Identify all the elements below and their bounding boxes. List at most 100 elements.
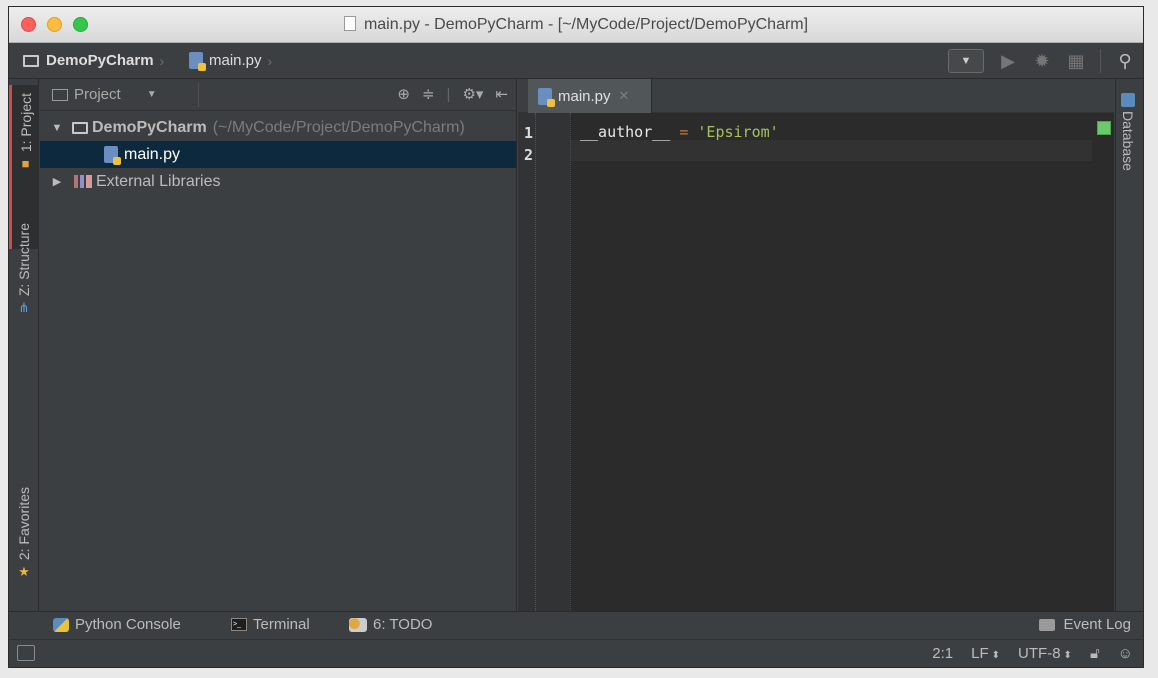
todo-icon xyxy=(349,617,367,632)
folder-icon xyxy=(72,121,88,134)
python-file-icon xyxy=(538,87,555,107)
coverage-icon[interactable]: ▦ xyxy=(1066,51,1086,72)
line-number-gutter: 1 2 xyxy=(518,113,570,611)
tree-root-path: (~/MyCode/Project/DemoPyCharm) xyxy=(212,118,465,136)
document-icon xyxy=(343,16,356,31)
line-separator-label: LF xyxy=(971,645,989,662)
window-title-area: main.py - DemoPyCharm - [~/MyCode/Projec… xyxy=(9,16,1143,34)
window-title: main.py - DemoPyCharm - [~/MyCode/Projec… xyxy=(363,16,809,33)
project-view-selector[interactable]: Project xyxy=(74,86,121,103)
run-configuration-dropdown[interactable]: ▼ xyxy=(948,49,984,73)
code-identifier: __author__ xyxy=(580,123,671,141)
status-bar: 2:1 LF ⬍ UTF-8 ⬍ 🔓︎ ☺︎ xyxy=(9,639,1143,667)
tool-tab-structure-label: Z: Structure xyxy=(16,223,32,297)
tool-tab-favorites-label: 2: Favorites xyxy=(16,487,32,561)
panel-actions: ⊕ ≑ | ⚙▾ ⇤ xyxy=(397,85,508,104)
folder-icon xyxy=(23,54,39,67)
breadcrumb-project-label: DemoPyCharm xyxy=(46,52,154,69)
todo-button[interactable]: 6: TODO xyxy=(349,616,432,633)
python-file-icon xyxy=(104,146,121,165)
scroll-from-source-icon[interactable]: ⊕ xyxy=(397,85,410,103)
tree-file-item[interactable]: main.py xyxy=(40,141,516,168)
structure-icon: ⋔ xyxy=(18,300,30,316)
close-icon[interactable]: ✕ xyxy=(619,88,630,104)
tree-root-item[interactable]: ▼ DemoPyCharm (~/MyCode/Project/DemoPyCh… xyxy=(40,114,516,141)
project-panel-header: Project ▼ ⊕ ≑ | ⚙▾ ⇤ xyxy=(40,79,516,111)
right-margin-guide xyxy=(570,113,571,611)
inspection-ok-icon[interactable] xyxy=(1097,121,1111,135)
lock-icon[interactable]: 🔓︎ xyxy=(1090,645,1100,662)
panel-header-divider xyxy=(198,83,199,107)
actions-divider: | xyxy=(446,85,451,103)
run-icon[interactable]: ▶ xyxy=(998,51,1018,72)
editor-body[interactable]: 1 2 __author__ = 'Epsirom' xyxy=(518,113,1114,611)
navigation-bar: DemoPyCharm › main.py › ▼ ▶ ✹ ▦ ⚲ xyxy=(9,43,1143,79)
ide-window: main.py - DemoPyCharm - [~/MyCode/Projec… xyxy=(8,6,1144,668)
tree-root-name: DemoPyCharm xyxy=(92,118,207,136)
database-icon xyxy=(1121,93,1135,107)
debug-icon[interactable]: ✹ xyxy=(1032,51,1052,72)
terminal-icon: >_ xyxy=(231,618,247,631)
caret-position[interactable]: 2:1 xyxy=(932,645,953,662)
editor-pane: main.py ✕ 1 2 __author__ = 'Epsirom' xyxy=(518,79,1114,611)
toolbar-divider xyxy=(1100,49,1101,73)
line-separator-selector[interactable]: LF ⬍ xyxy=(971,645,1000,662)
tool-tab-structure[interactable]: Z: Structure ⋔ xyxy=(12,215,36,316)
editor-tab-label: main.py xyxy=(558,87,611,105)
editor-tab-main-py[interactable]: main.py ✕ xyxy=(528,79,652,113)
editor-tab-bar: main.py ✕ xyxy=(518,79,1114,113)
code-operator: = xyxy=(679,123,689,141)
tree-file-label: main.py xyxy=(124,145,181,163)
tool-tab-database[interactable]: Database xyxy=(1120,93,1136,171)
tool-tab-database-label: Database xyxy=(1120,111,1136,171)
title-bar: main.py - DemoPyCharm - [~/MyCode/Projec… xyxy=(9,7,1143,43)
breadcrumb-separator-icon: › xyxy=(267,52,273,69)
project-view-icon xyxy=(52,88,68,101)
right-tool-stripe: Database xyxy=(1115,79,1143,611)
event-log-icon xyxy=(1039,618,1056,631)
project-tool-icon: ■ xyxy=(21,156,30,172)
python-icon xyxy=(53,617,69,632)
event-log-button[interactable]: Event Log xyxy=(1039,616,1131,633)
code-area[interactable]: __author__ = 'Epsirom' xyxy=(570,113,1114,611)
python-console-button[interactable]: Python Console xyxy=(53,616,181,633)
star-icon: ★ xyxy=(18,564,30,580)
project-tree: ▼ DemoPyCharm (~/MyCode/Project/DemoPyCh… xyxy=(40,111,516,195)
python-file-icon xyxy=(189,52,206,71)
bottom-tool-bar: Python Console >_ Terminal 6: TODO Event… xyxy=(9,611,1143,639)
toggle-tool-windows-icon[interactable] xyxy=(17,645,35,661)
line-number: 1 xyxy=(524,124,534,142)
hide-panel-icon[interactable]: ⇤ xyxy=(495,85,508,103)
gear-icon[interactable]: ⚙▾ xyxy=(462,85,483,103)
inspector-icon[interactable]: ☺︎ xyxy=(1118,645,1133,662)
updown-icon: ⬍ xyxy=(991,650,1001,661)
current-line-highlight xyxy=(570,140,1092,161)
tree-libraries-item[interactable]: ▶ External Libraries xyxy=(40,168,516,195)
gutter-divider xyxy=(535,113,536,611)
collapse-all-icon[interactable]: ≑ xyxy=(422,85,435,103)
code-line-1: __author__ = 'Epsirom' xyxy=(580,123,779,141)
status-right: 2:1 LF ⬍ UTF-8 ⬍ 🔓︎ ☺︎ xyxy=(932,645,1133,662)
encoding-selector[interactable]: UTF-8 ⬍ xyxy=(1018,645,1072,662)
tree-libraries-label: External Libraries xyxy=(96,172,221,190)
python-console-label: Python Console xyxy=(75,616,181,633)
terminal-button[interactable]: >_ Terminal xyxy=(231,616,310,633)
left-tool-stripe: 1: Project ■ Z: Structure ⋔ 2: Favorites… xyxy=(9,79,39,611)
run-toolbar: ▼ ▶ ✹ ▦ ⚲ xyxy=(948,49,1135,73)
breadcrumb-file-label: main.py xyxy=(209,52,262,69)
encoding-label: UTF-8 xyxy=(1018,645,1061,662)
search-icon[interactable]: ⚲ xyxy=(1115,51,1135,72)
code-string: 'Epsirom' xyxy=(697,123,779,141)
collapsed-arrow-icon[interactable]: ▶ xyxy=(48,175,66,188)
breadcrumb-project[interactable]: DemoPyCharm › xyxy=(23,52,164,69)
expanded-arrow-icon[interactable]: ▼ xyxy=(48,122,66,134)
event-log-label: Event Log xyxy=(1063,616,1131,633)
todo-label: 6: TODO xyxy=(373,616,433,633)
breadcrumb-file[interactable]: main.py › xyxy=(189,52,273,71)
line-number: 2 xyxy=(524,146,534,164)
tool-tab-favorites[interactable]: 2: Favorites ★ xyxy=(12,483,36,580)
chevron-down-icon[interactable]: ▼ xyxy=(147,89,157,100)
breadcrumb-separator-icon: › xyxy=(159,52,165,69)
library-icon xyxy=(74,175,92,188)
terminal-label: Terminal xyxy=(253,616,310,633)
